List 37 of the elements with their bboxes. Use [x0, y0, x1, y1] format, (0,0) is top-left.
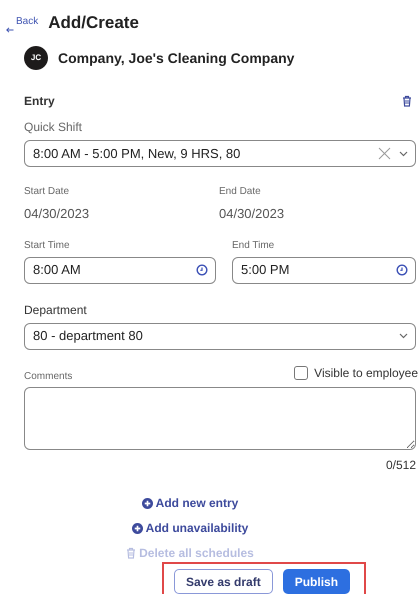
comments-field[interactable] [24, 386, 416, 450]
date-value: 04/30/2023 [219, 205, 286, 223]
field-label: End Date [219, 185, 262, 199]
chevron-down-icon [399, 150, 408, 156]
delete-button[interactable] [402, 95, 412, 107]
close-icon[interactable] [378, 147, 391, 160]
field-label: End Time [232, 238, 276, 252]
back-link[interactable]: Back [6, 19, 38, 34]
section-heading: Entry [24, 93, 55, 110]
page-title: Add/Create [48, 14, 139, 34]
dropdown-field[interactable]: 8:00 AM - 5:00 PM, New, 9 HRS, 80 [24, 140, 416, 167]
plus-circle-icon [132, 522, 143, 534]
field-label: Start Date [24, 185, 70, 199]
trash-icon [402, 95, 412, 107]
draft-button[interactable]: Save as draft [174, 569, 273, 594]
field-label: Quick Shift [24, 119, 84, 136]
field-label: Department [24, 302, 88, 318]
add-link[interactable]: Add unavailability [132, 516, 248, 540]
field-label: Comments [24, 370, 72, 384]
company-name: Company, Joe's Cleaning Company [58, 48, 294, 68]
checkbox-label: Visible to employee [314, 364, 418, 382]
date-value: 04/30/2023 [24, 205, 90, 223]
plus-circle-icon [142, 498, 153, 508]
chevron-down-icon [399, 333, 408, 339]
arrow-left-icon [6, 27, 14, 33]
trash-icon [126, 547, 136, 559]
character-counter: 0/512 [386, 456, 416, 474]
clock-icon [196, 264, 208, 276]
time-field[interactable]: 5:00 PM [232, 256, 416, 284]
add-link[interactable]: Add new entry [142, 490, 238, 516]
publish-button[interactable]: Publish [282, 569, 350, 594]
time-field[interactable]: 8:00 AM [24, 256, 216, 284]
dropdown-field[interactable]: 80 - department 80 [24, 322, 416, 350]
clock-icon [396, 264, 408, 276]
checkbox[interactable] [294, 366, 308, 380]
avatar: JC [24, 46, 48, 70]
field-label: Start Time [24, 238, 71, 252]
